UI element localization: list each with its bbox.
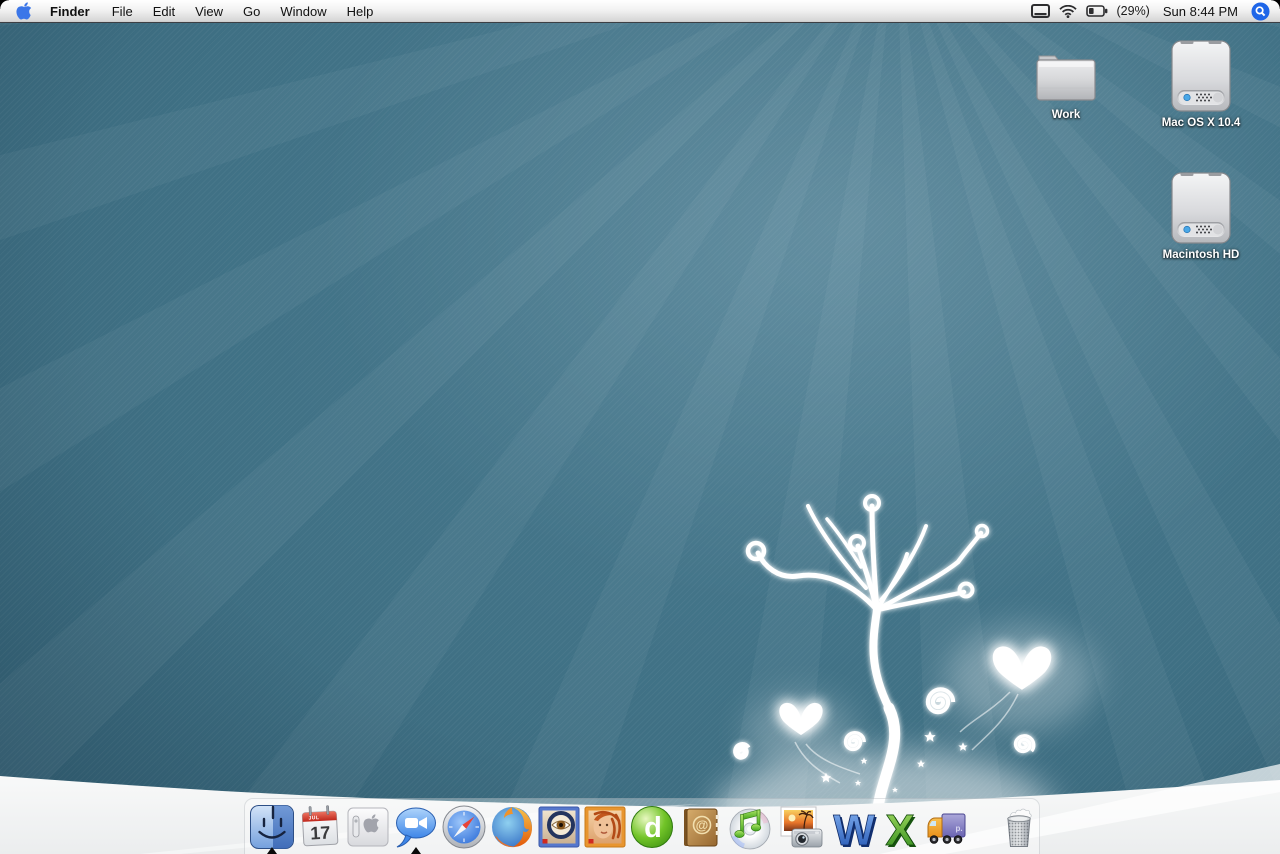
desktop-icon-label: Macintosh HD: [1162, 249, 1240, 261]
dreamweaver-icon: d: [631, 806, 673, 848]
photoshop-icon: [538, 806, 580, 848]
wallpaper-art: [0, 494, 1280, 854]
apple-menu[interactable]: [8, 2, 38, 20]
svg-text:d: d: [644, 812, 662, 844]
svg-text:17: 17: [310, 822, 331, 843]
dock: JUL 17 d @ W W X X p.: [248, 796, 1043, 854]
desktop-icon-macintosh-hd[interactable]: Macintosh HD: [1153, 170, 1249, 261]
screen-corner: [0, 0, 9, 9]
folder-icon: [1018, 44, 1114, 106]
desktop-icon-work[interactable]: Work: [1018, 44, 1114, 121]
menu-clock[interactable]: Sun 8:44 PM: [1159, 4, 1242, 19]
firefox-icon: [492, 807, 532, 848]
dock-item-excel[interactable]: X X: [879, 804, 921, 850]
screen-corner: [1271, 0, 1280, 9]
menu-edit[interactable]: Edit: [143, 1, 185, 22]
finder-icon: [250, 805, 294, 849]
iphoto-icon: [780, 806, 823, 848]
itunes-icon: [729, 808, 771, 850]
excel-icon: X X: [885, 806, 917, 850]
apple-logo-icon: [15, 2, 31, 20]
dock-item-finder[interactable]: [249, 804, 295, 854]
running-indicator: [267, 847, 277, 854]
illustrator-icon: [584, 806, 626, 848]
safari-icon: [442, 805, 486, 849]
spotlight-icon[interactable]: [1251, 2, 1270, 21]
dock-item-photoshop[interactable]: [537, 804, 581, 850]
menu-file[interactable]: File: [102, 1, 143, 22]
dock-item-front-row[interactable]: [345, 804, 391, 850]
dock-item-illustrator[interactable]: [583, 804, 627, 850]
menu-view[interactable]: View: [185, 1, 233, 22]
svg-text:p.: p.: [955, 824, 962, 833]
hard-drive-icon: [1153, 38, 1249, 114]
desktop-icon-label: Mac OS X 10.4: [1161, 117, 1241, 129]
svg-text:X: X: [885, 806, 914, 850]
ical-icon: JUL 17: [301, 805, 339, 847]
desktop-icon-label: Work: [1051, 109, 1081, 121]
dock-item-transmit[interactable]: p.: [923, 804, 969, 850]
ichat-icon: [396, 807, 436, 848]
dock-item-ichat[interactable]: [393, 804, 439, 854]
dock-item-address-book[interactable]: @: [677, 804, 723, 850]
running-indicator: [411, 847, 421, 854]
svg-text:JUL: JUL: [308, 815, 319, 822]
trash-full-icon: [1007, 808, 1032, 847]
dock-item-dreamweaver[interactable]: d: [629, 804, 675, 850]
menu-help[interactable]: Help: [337, 1, 384, 22]
dock-item-word[interactable]: W W: [827, 804, 877, 850]
hard-drive-icon: [1153, 170, 1249, 246]
transmit-icon: p.: [927, 813, 966, 844]
svg-text:@: @: [696, 818, 709, 833]
front-row-icon: [347, 807, 389, 847]
dock-item-ical[interactable]: JUL 17: [297, 804, 343, 850]
displays-icon[interactable]: [1030, 4, 1050, 18]
menu-finder[interactable]: Finder: [38, 1, 102, 22]
menu-go[interactable]: Go: [233, 1, 270, 22]
dock-item-firefox[interactable]: [489, 804, 535, 850]
word-icon: W W: [833, 806, 877, 850]
dock-item-itunes[interactable]: [725, 804, 775, 850]
menu-window[interactable]: Window: [270, 1, 336, 22]
dock-item-trash[interactable]: [996, 804, 1042, 850]
menu-bar: Finder File Edit View Go Window Help (29…: [0, 0, 1280, 23]
svg-text:W: W: [833, 806, 875, 850]
battery-percent: (29%): [1116, 4, 1150, 18]
battery-icon[interactable]: [1085, 5, 1108, 17]
address-book-icon: @: [684, 808, 719, 847]
desktop-icon-macosx[interactable]: Mac OS X 10.4: [1153, 38, 1249, 129]
dock-item-safari[interactable]: [441, 804, 487, 850]
wifi-icon[interactable]: [1058, 4, 1077, 18]
dock-item-iphoto[interactable]: [777, 804, 825, 850]
